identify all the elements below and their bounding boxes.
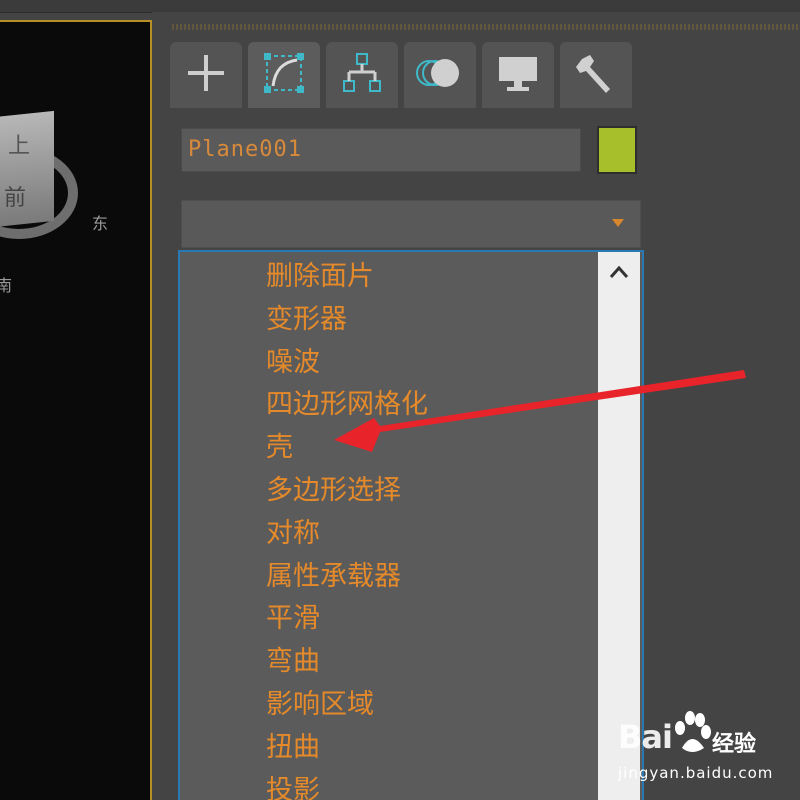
object-color-swatch[interactable] bbox=[597, 126, 637, 174]
modifier-list-item[interactable]: 弯曲 bbox=[266, 641, 428, 684]
viewcube-label-front: 前 bbox=[4, 186, 27, 211]
tab-hierarchy[interactable] bbox=[326, 42, 398, 108]
motion-icon bbox=[415, 51, 465, 99]
compass-label-east: 东 bbox=[92, 214, 109, 233]
paw-icon bbox=[672, 708, 712, 760]
monitor-icon bbox=[495, 51, 541, 99]
modifier-list-item[interactable]: 噪波 bbox=[266, 342, 428, 385]
chevron-up-icon bbox=[609, 264, 629, 283]
viewcube-label-top: 上 bbox=[8, 134, 31, 159]
watermark-brand-suffix: 经验 bbox=[712, 732, 757, 757]
command-panel-tabs bbox=[170, 42, 632, 108]
modifier-list-item[interactable]: 投影 bbox=[266, 770, 428, 800]
tab-display[interactable] bbox=[482, 42, 554, 108]
modifier-list[interactable]: 删除面片 变形器 噪波 四边形网格化壳多边形选择 对称 属性承载器 平滑 弯曲 影响区域 扭曲 投影 bbox=[178, 250, 644, 800]
modifier-list-item[interactable]: 多边形选择 bbox=[266, 470, 428, 513]
modifier-list-item[interactable]: 平滑 bbox=[266, 598, 428, 641]
modifier-list-item[interactable]: 对称 bbox=[266, 513, 428, 556]
modifier-list-dropdown[interactable] bbox=[181, 200, 641, 248]
baidu-jingyan-watermark: Bai 经验 jingyan.baidu.com bbox=[618, 711, 788, 788]
chevron-down-icon bbox=[612, 219, 624, 227]
modifier-list-item[interactable]: 影响区域 bbox=[266, 684, 428, 727]
modifier-list-item[interactable]: 壳 bbox=[266, 427, 428, 470]
watermark-url: jingyan.baidu.com bbox=[618, 764, 774, 782]
wrench-icon bbox=[574, 51, 618, 99]
object-name-field[interactable]: Plane001 bbox=[181, 128, 581, 172]
tab-create[interactable] bbox=[170, 42, 242, 108]
modifier-list-item[interactable]: 四边形网格化 bbox=[266, 384, 428, 427]
tab-utilities[interactable] bbox=[560, 42, 632, 108]
modifier-list-items: 删除面片 变形器 噪波 四边形网格化壳多边形选择 对称 属性承载器 平滑 弯曲 影响区域 扭曲 投影 bbox=[266, 256, 428, 800]
scroll-up-button[interactable] bbox=[598, 252, 640, 294]
modifier-list-item[interactable]: 变形器 bbox=[266, 299, 428, 342]
hierarchy-icon bbox=[340, 51, 384, 99]
tab-modify[interactable] bbox=[248, 42, 320, 108]
modify-curve-icon bbox=[261, 50, 307, 100]
watermark-brand: Bai bbox=[618, 718, 673, 756]
tab-motion[interactable] bbox=[404, 42, 476, 108]
modifier-list-item[interactable]: 扭曲 bbox=[266, 727, 428, 770]
modifier-list-item[interactable]: 删除面片 bbox=[266, 256, 428, 299]
modifier-list-item[interactable]: 属性承载器 bbox=[266, 556, 428, 599]
compass-label-south: 南 bbox=[0, 276, 13, 295]
viewport[interactable]: 上 前 东 南 bbox=[0, 20, 152, 800]
panel-grip[interactable] bbox=[172, 24, 800, 30]
plus-icon bbox=[184, 51, 228, 99]
